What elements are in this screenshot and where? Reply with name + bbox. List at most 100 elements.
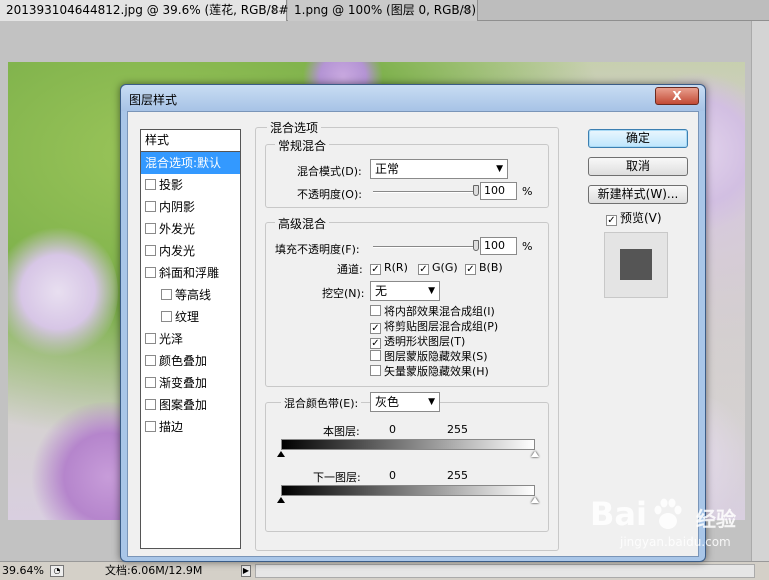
blend-mode-label: 混合模式(D):	[297, 165, 362, 178]
checkbox-icon[interactable]	[145, 421, 156, 432]
opacity-slider-thumb[interactable]	[473, 185, 479, 196]
style-item[interactable]: 描边	[141, 416, 240, 438]
style-item[interactable]: 纹理	[141, 306, 240, 328]
advanced-option-checkbox[interactable]: ✓ 将剪贴图层混合成组(P)	[370, 320, 498, 334]
underlying-layer-gradient	[281, 485, 535, 496]
this-layer-high-value: 255	[447, 423, 468, 436]
this-layer-low-value: 0	[389, 423, 396, 436]
blend-if-value: 灰色	[375, 395, 400, 409]
checkbox-icon[interactable]	[145, 399, 156, 410]
paw-icon	[654, 498, 682, 529]
checkbox-icon[interactable]	[145, 223, 156, 234]
advanced-option-checkbox[interactable]: 矢量蒙版隐藏效果(H)	[370, 365, 489, 379]
fill-opacity-input[interactable]: 100	[480, 237, 517, 255]
underlying-layer-black-slider[interactable]	[277, 497, 285, 503]
blend-if-group	[265, 402, 549, 532]
status-menu-arrow-icon[interactable]: ▶	[241, 565, 251, 577]
underlying-layer-label: 下一图层:	[313, 471, 361, 484]
channel-r-checkbox[interactable]: ✓ R(R)	[370, 261, 408, 275]
fill-opacity-label: 填充不透明度(F):	[275, 243, 360, 256]
blend-mode-value: 正常	[375, 162, 400, 176]
style-item[interactable]: 内阴影	[141, 196, 240, 218]
checkbox-icon	[370, 305, 381, 316]
style-item[interactable]: 等高线	[141, 284, 240, 306]
advanced-option-label: 图层蒙版隐藏效果(S)	[384, 350, 488, 363]
channel-b-label: B(B)	[479, 261, 503, 274]
advanced-option-checkbox[interactable]: 图层蒙版隐藏效果(S)	[370, 350, 488, 364]
channel-g-label: G(G)	[432, 261, 458, 274]
style-item[interactable]: 颜色叠加	[141, 350, 240, 372]
style-item-label: 等高线	[175, 288, 212, 302]
checkbox-icon: ✓	[370, 338, 381, 349]
styles-header[interactable]: 样式	[141, 130, 240, 152]
this-layer-white-slider[interactable]	[531, 451, 539, 457]
this-layer-black-slider[interactable]	[277, 451, 285, 457]
blend-if-select[interactable]: 灰色 ▼	[370, 392, 440, 412]
layer-style-dialog: 图层样式 X 样式 混合选项:默认 投影 内阴影 外发光 内发光斜面和浮雕等高线纹理光泽…	[120, 84, 706, 562]
opacity-label: 不透明度(O):	[297, 188, 362, 201]
style-item[interactable]: 投影	[141, 174, 240, 196]
style-item[interactable]: 外发光	[141, 218, 240, 240]
cancel-button[interactable]: 取消	[588, 157, 688, 176]
advanced-option-checkbox[interactable]: ✓ 透明形状图层(T)	[370, 335, 465, 349]
checkbox-icon[interactable]	[145, 179, 156, 190]
style-item[interactable]: 图案叠加	[141, 394, 240, 416]
ok-button[interactable]: 确定	[588, 129, 688, 148]
tab-close-icon[interactable]: ×	[462, 0, 471, 20]
blend-mode-select[interactable]: 正常 ▼	[370, 159, 508, 179]
checkbox-icon[interactable]	[145, 333, 156, 344]
tab-label: 201393104644812.jpg @ 39.6% (莲花, RGB/8#)…	[6, 3, 303, 17]
channel-r-label: R(R)	[384, 261, 408, 274]
channel-g-checkbox[interactable]: ✓ G(G)	[418, 261, 458, 275]
tab-document-2[interactable]: 1.png @ 100% (图层 0, RGB/8) ×	[288, 0, 478, 21]
style-item[interactable]: 混合选项:默认	[141, 152, 240, 174]
checkbox-icon[interactable]	[145, 201, 156, 212]
style-item-label: 描边	[159, 420, 184, 434]
underlying-layer-low-value: 0	[389, 469, 396, 482]
opacity-input[interactable]: 100	[480, 182, 517, 200]
style-item[interactable]: 内发光	[141, 240, 240, 262]
underlying-layer-white-slider[interactable]	[531, 497, 539, 503]
status-info-icon[interactable]: ◔	[50, 565, 64, 577]
new-style-button[interactable]: 新建样式(W)...	[588, 185, 688, 204]
style-item[interactable]: 光泽	[141, 328, 240, 350]
advanced-option-label: 矢量蒙版隐藏效果(H)	[384, 365, 489, 378]
close-button[interactable]: X	[655, 87, 699, 105]
chevron-down-icon: ▼	[428, 397, 435, 407]
checkbox-icon: ✓	[418, 264, 429, 275]
style-item-label: 光泽	[159, 332, 184, 346]
style-preview-swatch	[620, 249, 652, 280]
blending-options-panel: 混合选项 常规混合 混合模式(D): 正常 ▼ 不透明度(O): 100 % 高…	[255, 119, 565, 551]
checkbox-icon[interactable]	[161, 289, 172, 300]
preview-checkbox[interactable]: ✓ 预览(V)	[606, 211, 662, 226]
checkbox-icon[interactable]	[145, 245, 156, 256]
dialog-titlebar[interactable]: 图层样式 X	[121, 85, 705, 111]
blending-options-title: 混合选项	[267, 119, 322, 136]
tab-close-icon[interactable]: ×	[271, 0, 280, 20]
checkbox-icon[interactable]	[145, 267, 156, 278]
style-item-label: 纹理	[175, 310, 200, 324]
zoom-level[interactable]: 39.64%	[2, 562, 46, 580]
status-bar: 39.64% ◔ 文档:6.06M/12.9M ▶	[0, 561, 769, 580]
opacity-slider[interactable]	[373, 191, 477, 193]
checkbox-icon[interactable]	[145, 377, 156, 388]
fill-opacity-slider[interactable]	[373, 246, 477, 248]
horizontal-scrollbar[interactable]	[255, 564, 755, 578]
tab-label: 1.png @ 100% (图层 0, RGB/8)	[294, 3, 477, 17]
checkbox-icon: ✓	[370, 264, 381, 275]
channel-b-checkbox[interactable]: ✓ B(B)	[465, 261, 503, 275]
knockout-select[interactable]: 无 ▼	[370, 281, 440, 301]
vertical-scrollbar[interactable]	[751, 21, 769, 561]
knockout-label: 挖空(N):	[322, 287, 365, 300]
fill-opacity-slider-thumb[interactable]	[473, 240, 479, 251]
baidu-watermark: Bai 经验 jingyan.baidu.com	[590, 495, 765, 559]
style-item[interactable]: 渐变叠加	[141, 372, 240, 394]
general-blending-title: 常规混合	[275, 137, 330, 154]
style-item[interactable]: 斜面和浮雕	[141, 262, 240, 284]
underlying-layer-high-value: 255	[447, 469, 468, 482]
tab-document-1[interactable]: 201393104644812.jpg @ 39.6% (莲花, RGB/8#)…	[0, 0, 303, 21]
advanced-option-checkbox[interactable]: 将内部效果混合成组(I)	[370, 305, 495, 319]
checkbox-icon[interactable]	[145, 355, 156, 366]
style-item-label: 斜面和浮雕	[159, 266, 220, 280]
checkbox-icon[interactable]	[161, 311, 172, 322]
